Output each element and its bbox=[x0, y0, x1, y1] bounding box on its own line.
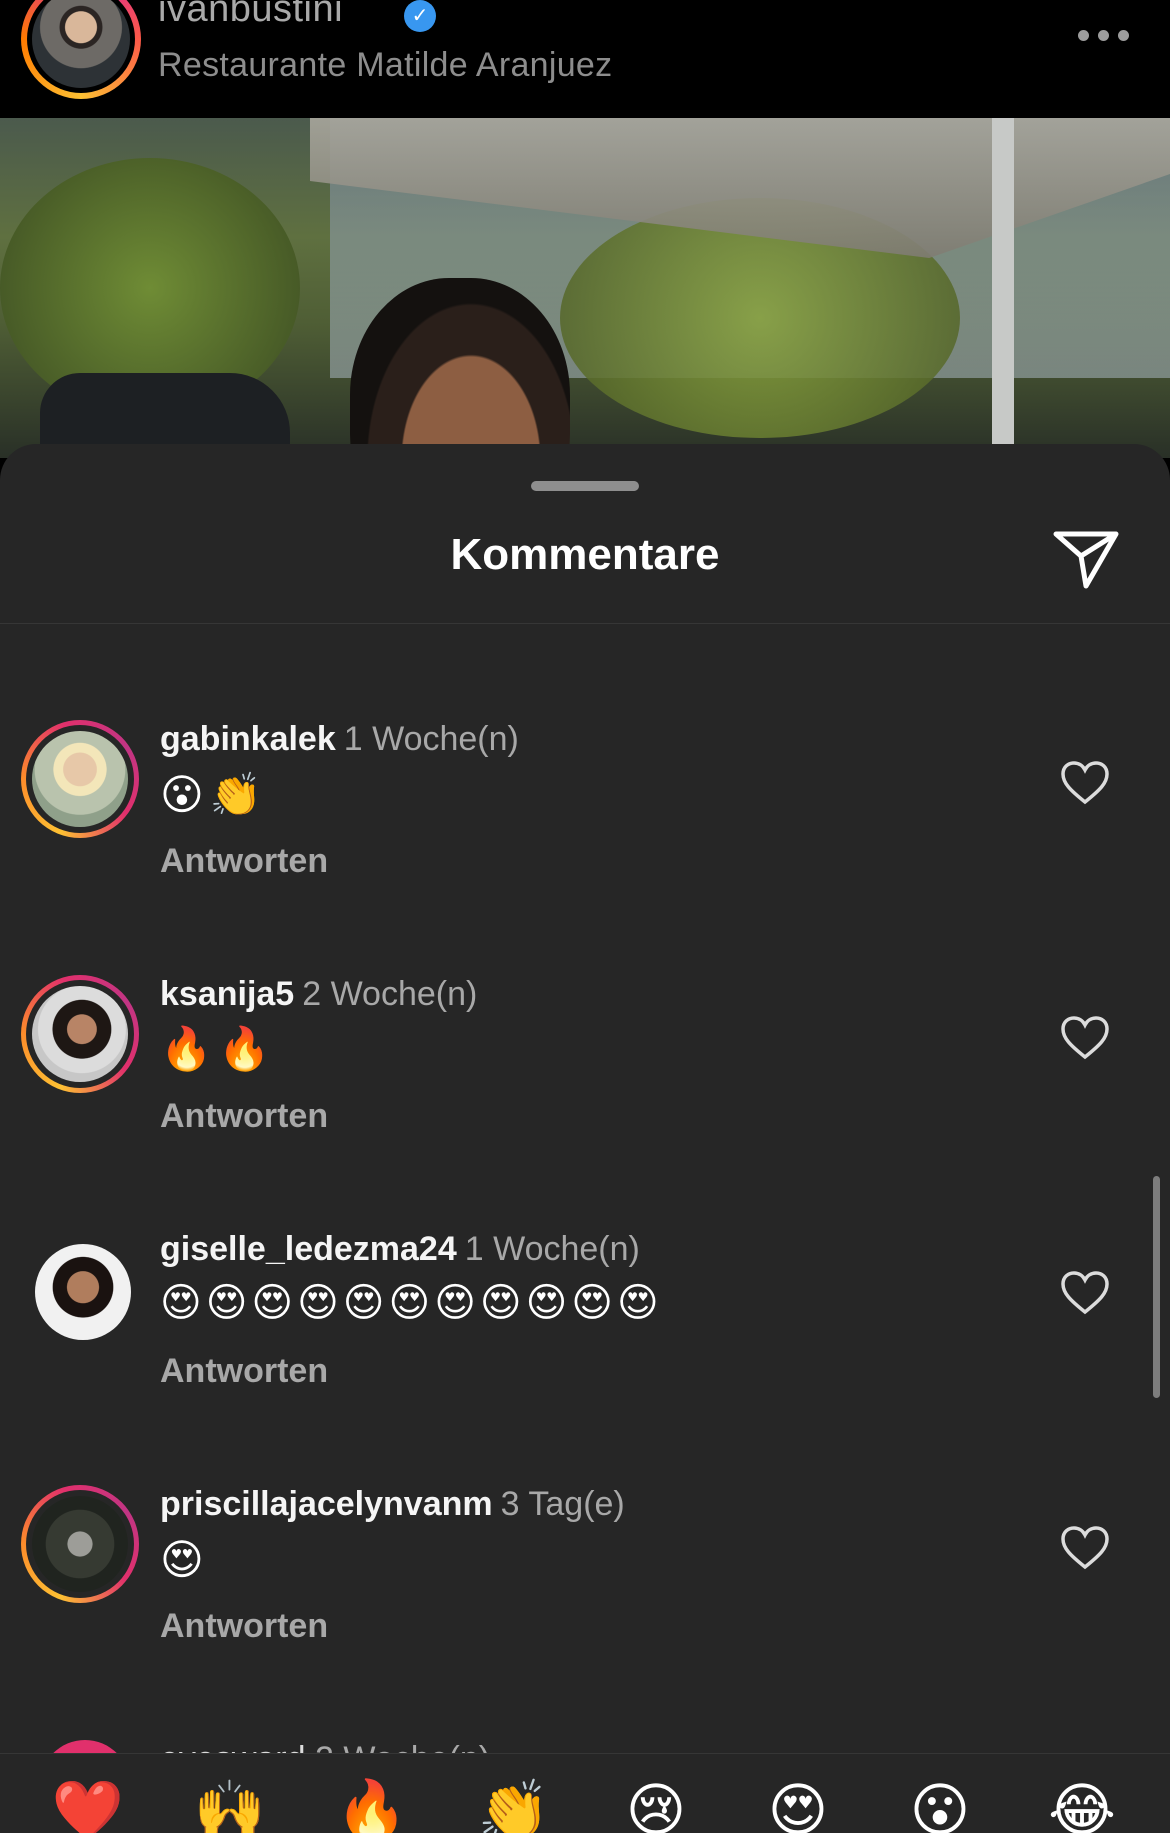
comment-username[interactable]: ksanija5 2 Woche(n) bbox=[160, 975, 477, 1014]
reaction-heart[interactable]: ❤️ bbox=[48, 1782, 128, 1833]
reply-button[interactable]: Antworten bbox=[160, 842, 328, 881]
reaction-raised-hands[interactable]: 🙌 bbox=[190, 1782, 270, 1833]
post-username[interactable]: ivanbustini bbox=[158, 0, 343, 31]
reply-button[interactable]: Antworten bbox=[160, 1607, 328, 1646]
comment-time: 1 Woche(n) bbox=[343, 720, 519, 758]
comment-text: 😮👏 bbox=[160, 771, 269, 818]
verified-badge-icon: ✓ bbox=[404, 0, 436, 32]
reaction-laughing[interactable]: 😂 bbox=[1042, 1782, 1122, 1833]
reaction-clap[interactable]: 👏 bbox=[474, 1782, 554, 1833]
like-heart-icon[interactable] bbox=[1060, 1015, 1110, 1061]
like-heart-icon[interactable] bbox=[1060, 1270, 1110, 1316]
post-author-avatar[interactable] bbox=[21, 0, 141, 99]
comment-item: ksanija5 2 Woche(n) 🔥🔥 Antworten bbox=[0, 975, 1170, 1175]
reaction-heart-eyes[interactable]: 😍 bbox=[758, 1782, 838, 1833]
reaction-crying[interactable]: 😢 bbox=[616, 1782, 696, 1833]
like-heart-icon[interactable] bbox=[1060, 760, 1110, 806]
comment-username[interactable]: priscillajacelynvanm 3 Tag(e) bbox=[160, 1485, 625, 1524]
comment-item: giselle_ledezma24 1 Woche(n) 😍😍😍😍😍😍😍😍😍😍😍 … bbox=[0, 1230, 1170, 1430]
avatar[interactable] bbox=[21, 720, 139, 838]
reply-button[interactable]: Antworten bbox=[160, 1097, 328, 1136]
comment-time: 1 Woche(n) bbox=[464, 1230, 640, 1268]
sheet-title: Kommentare bbox=[450, 530, 720, 579]
scrollbar[interactable] bbox=[1153, 1176, 1160, 1398]
post-location[interactable]: Restaurante Matilde Aranjuez bbox=[158, 46, 612, 85]
comment-item: priscillajacelynvanm 3 Tag(e) 😍 Antworten bbox=[0, 1485, 1170, 1685]
avatar[interactable] bbox=[35, 1244, 131, 1340]
quick-reaction-bar: ❤️ 🙌 🔥 👏 😢 😍 😮 😂 bbox=[0, 1753, 1170, 1833]
reaction-surprised[interactable]: 😮 bbox=[900, 1782, 980, 1833]
reaction-fire[interactable]: 🔥 bbox=[332, 1782, 412, 1833]
sheet-divider bbox=[0, 623, 1170, 624]
comment-time: 2 Woche(n) bbox=[302, 975, 478, 1013]
post-photo bbox=[0, 118, 1170, 458]
comment-text: 🔥🔥 bbox=[160, 1025, 277, 1072]
send-icon[interactable] bbox=[1052, 526, 1120, 592]
avatar[interactable] bbox=[21, 1485, 139, 1603]
avatar[interactable] bbox=[21, 975, 139, 1093]
reply-button[interactable]: Antworten bbox=[160, 1352, 328, 1391]
comment-username[interactable]: gabinkalek 1 Woche(n) bbox=[160, 720, 519, 759]
post-header: ivanbustini ✓ Restaurante Matilde Aranju… bbox=[0, 0, 1170, 118]
like-heart-icon[interactable] bbox=[1060, 1525, 1110, 1571]
comment-username[interactable]: giselle_ledezma24 1 Woche(n) bbox=[160, 1230, 640, 1269]
comment-time: 3 Tag(e) bbox=[500, 1485, 625, 1523]
comment-text: 😍😍😍😍😍😍😍😍😍😍😍 bbox=[160, 1281, 663, 1325]
more-options-icon[interactable] bbox=[1078, 30, 1130, 42]
comment-text: 😍 bbox=[160, 1536, 210, 1583]
drag-handle[interactable] bbox=[531, 481, 639, 491]
comment-item: gabinkalek 1 Woche(n) 😮👏 Antworten bbox=[0, 720, 1170, 920]
